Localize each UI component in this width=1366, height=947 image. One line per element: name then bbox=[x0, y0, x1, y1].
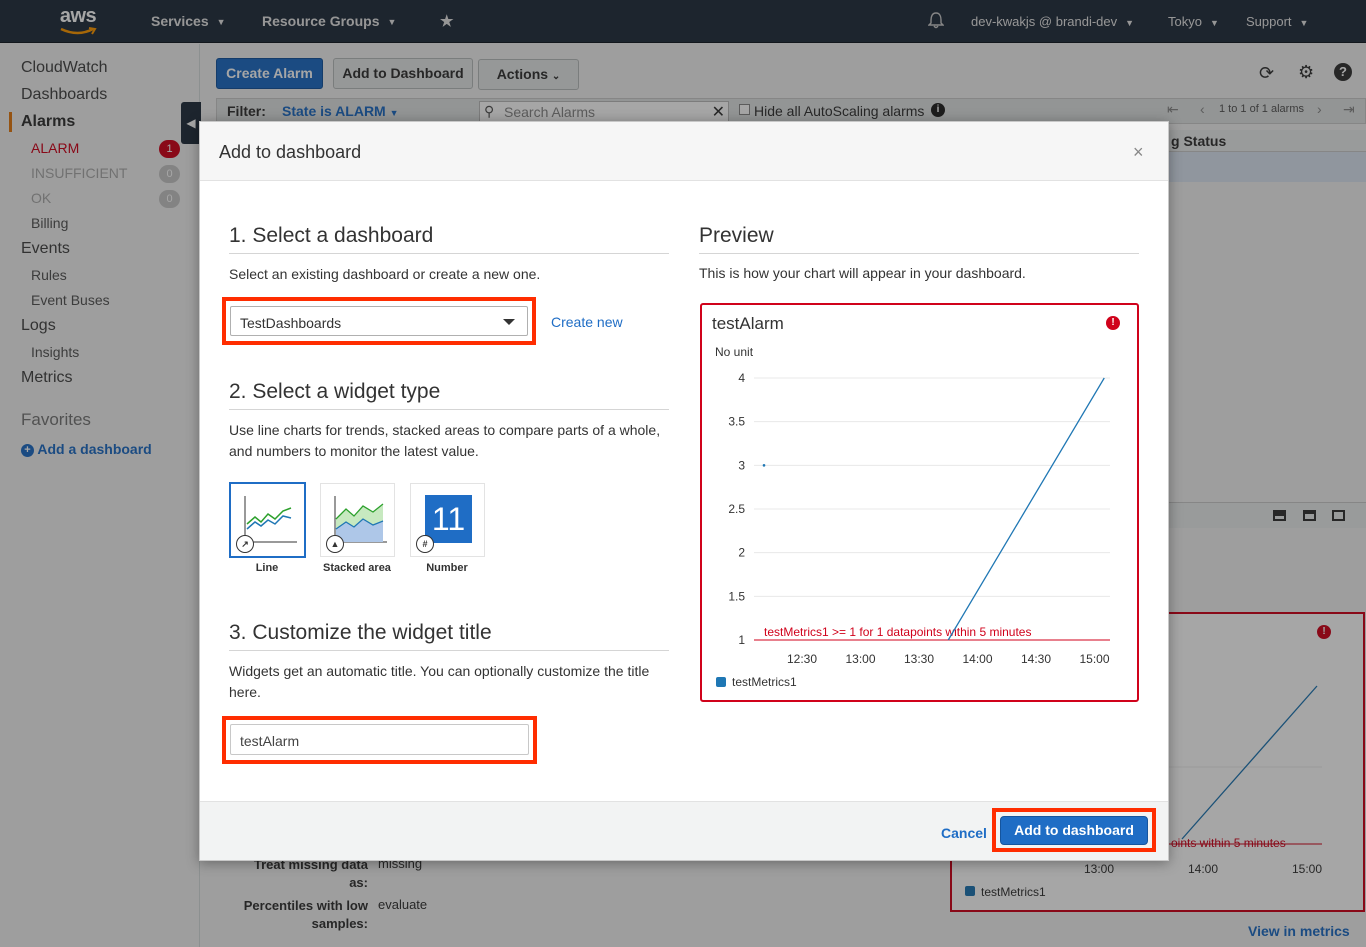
widget-title-input[interactable]: testAlarm bbox=[230, 724, 529, 755]
add-to-dashboard-modal: Add to dashboard × 1. Select a dashboard… bbox=[199, 121, 1169, 861]
x-tick-label: 13:00 bbox=[845, 652, 875, 666]
number-icon: 11 bbox=[425, 495, 472, 543]
chevron-down-icon bbox=[503, 319, 515, 325]
widget-type-number-label: Number bbox=[426, 562, 468, 574]
legend-swatch bbox=[716, 677, 726, 687]
close-icon[interactable]: × bbox=[1133, 142, 1144, 163]
x-tick-label: 12:30 bbox=[787, 652, 817, 666]
section1-description: Select an existing dashboard or create a… bbox=[229, 266, 541, 282]
x-tick-label: 14:00 bbox=[962, 652, 992, 666]
hash-badge-icon: # bbox=[416, 535, 434, 553]
legend-label: testMetrics1 bbox=[732, 675, 797, 689]
dashboard-select[interactable]: TestDashboards bbox=[230, 306, 528, 336]
x-tick-label: 13:30 bbox=[904, 652, 934, 666]
y-tick-label: 2 bbox=[738, 546, 745, 560]
section2-title: 2. Select a widget type bbox=[229, 380, 441, 403]
y-tick-label: 3 bbox=[738, 458, 745, 472]
modal-header: Add to dashboard × bbox=[200, 122, 1168, 181]
preview-divider bbox=[699, 253, 1139, 254]
cancel-button[interactable]: Cancel bbox=[941, 825, 987, 841]
widget-title-value: testAlarm bbox=[240, 733, 300, 749]
preview-title: Preview bbox=[699, 224, 774, 247]
x-tick-label: 14:30 bbox=[1021, 652, 1051, 666]
area-badge-icon: ▲ bbox=[326, 535, 344, 553]
section3-description: Widgets get an automatic title. You can … bbox=[229, 663, 650, 700]
y-tick-label: 1 bbox=[738, 633, 745, 647]
widget-type-stacked-area-label: Stacked area bbox=[323, 562, 391, 574]
modal-footer: Cancel Add to dashboard bbox=[200, 801, 1168, 860]
widget-type-stacked-area[interactable]: ▲ bbox=[320, 483, 395, 557]
y-tick-label: 2.5 bbox=[728, 502, 745, 516]
section2-description: Use line charts for trends, stacked area… bbox=[229, 422, 661, 459]
threshold-label: testMetrics1 >= 1 for 1 datapoints withi… bbox=[764, 625, 1031, 639]
add-to-dashboard-confirm-button[interactable]: Add to dashboard bbox=[1000, 816, 1148, 845]
y-tick-label: 1.5 bbox=[728, 589, 745, 603]
dashboard-select-value: TestDashboards bbox=[240, 315, 342, 331]
section2-divider bbox=[229, 409, 669, 410]
y-tick-label: 3.5 bbox=[728, 415, 745, 429]
x-tick-label: 15:00 bbox=[1079, 652, 1109, 666]
modal-title: Add to dashboard bbox=[219, 142, 362, 162]
preview-description: This is how your chart will appear in yo… bbox=[699, 265, 1026, 281]
line-badge-icon: ↗ bbox=[236, 535, 254, 553]
section1-divider bbox=[229, 253, 669, 254]
section3-title: 3. Customize the widget title bbox=[229, 621, 492, 644]
y-tick-label: 4 bbox=[738, 371, 745, 385]
preview-chart-widget: testAlarm ! No unit 4 3.5 3 2.5 2 1.5 1 12:30 13… bbox=[700, 303, 1139, 702]
data-point bbox=[762, 464, 766, 467]
widget-type-line-label: Line bbox=[255, 562, 279, 574]
section1-title: 1. Select a dashboard bbox=[229, 224, 434, 247]
widget-type-line[interactable]: ↗ bbox=[230, 483, 305, 557]
preview-line-chart: 4 3.5 3 2.5 2 1.5 1 12:30 13:00 13:30 14:00 14:30 15… bbox=[716, 371, 1110, 689]
section3-divider bbox=[229, 650, 669, 651]
widget-type-number[interactable]: 11 # bbox=[410, 483, 485, 557]
create-new-link[interactable]: Create new bbox=[551, 314, 623, 330]
